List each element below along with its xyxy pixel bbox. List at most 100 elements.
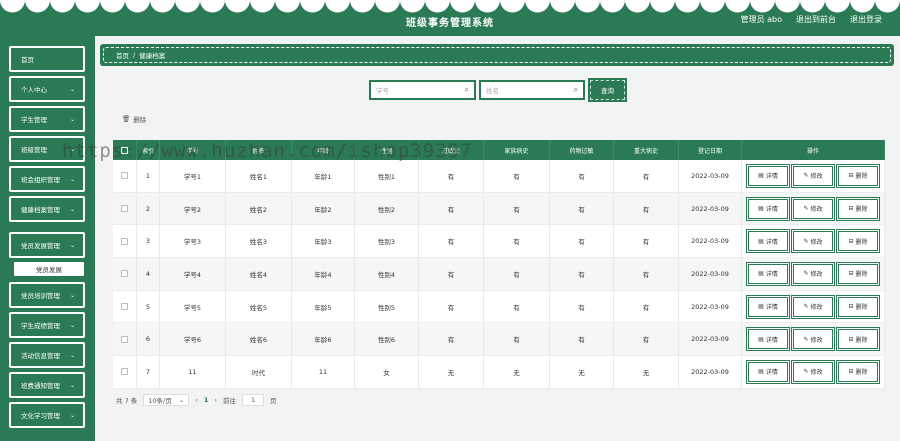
sidebar-item-8[interactable]: 学生成绩管理 ⌄	[9, 312, 85, 338]
table-cell: 有	[484, 323, 550, 356]
table-cell: 6	[137, 323, 160, 356]
next-page-button[interactable]: ›	[214, 396, 217, 404]
column-header: 年龄	[292, 140, 355, 160]
sidebar-item-label: 学生成绩管理	[21, 322, 60, 330]
table-row: 6 学号6 姓名6 年龄6 性别6 有有有有 2022-03-09 ▤ 详情 ✎ 修改 ⊟ 删除	[113, 323, 885, 357]
details-button[interactable]: ▤ 详情	[746, 327, 790, 352]
header-links: 管理员 abo 退出到前台 退出登录	[741, 14, 882, 25]
sidebar-item-3[interactable]: 班级管理 ⌄	[9, 136, 85, 162]
column-header: 学号	[160, 140, 226, 160]
sidebar-item-1[interactable]: 个人中心 ⌄	[9, 76, 85, 102]
table-cell: 2022-03-09	[679, 323, 742, 356]
row-checkbox[interactable]	[121, 303, 128, 311]
pencil-icon: ✎	[803, 368, 809, 376]
student-id-search-input[interactable]: 学号 ⌕	[369, 80, 476, 100]
details-button[interactable]: ▤ 详情	[746, 229, 790, 254]
sidebar-item-label: 个人中心	[21, 86, 47, 94]
sidebar-item-6[interactable]: 党员发展管理 ⌄	[9, 232, 85, 258]
back-to-frontend-link[interactable]: 退出到前台	[796, 14, 836, 25]
sidebar-subitem[interactable]: 党员发展	[14, 262, 84, 276]
table-row: 1 学号1 姓名1 年龄1 性别1 有有有有 2022-03-09 ▤ 详情 ✎ 修改 ⊟ 删除	[113, 160, 885, 193]
column-header: 登记日期	[679, 140, 742, 160]
sidebar-item-2[interactable]: 学生管理 ⌄	[9, 106, 85, 132]
delete-button[interactable]: ⊟ 删除	[836, 196, 880, 221]
row-checkbox[interactable]	[121, 205, 128, 213]
delete-button[interactable]: ⊟ 删除	[836, 294, 880, 319]
column-header[interactable]	[113, 140, 137, 160]
chevron-down-icon: ⌄	[178, 396, 185, 404]
page-size-select[interactable]: 10条/页 ⌄	[143, 394, 190, 406]
logout-link[interactable]: 退出登录	[850, 14, 882, 25]
document-icon: ▤	[758, 172, 764, 180]
table-cell: 姓名1	[226, 160, 292, 192]
delete-button[interactable]: ⊟ 删除	[836, 327, 880, 352]
column-header: 性别	[355, 140, 419, 160]
checkbox-cell	[113, 356, 137, 388]
trash-icon: 🗑	[122, 115, 131, 123]
table-cell: 2022-03-09	[679, 356, 742, 388]
edit-button[interactable]: ✎ 修改	[791, 196, 835, 221]
goto-page-input[interactable]: 1	[242, 394, 265, 406]
details-button[interactable]: ▤ 详情	[746, 261, 790, 286]
query-button[interactable]: 查询	[588, 78, 627, 102]
edit-button[interactable]: ✎ 修改	[791, 294, 835, 319]
table-cell: 姓名3	[226, 225, 292, 258]
sidebar-item-10[interactable]: 班费通知管理 ⌄	[9, 372, 85, 398]
row-checkbox[interactable]	[121, 172, 128, 180]
search-icon: ⌕	[464, 85, 469, 94]
details-button[interactable]: ▤ 详情	[746, 359, 790, 384]
table-cell: 性别2	[355, 192, 419, 225]
table-cell: 年龄5	[292, 290, 355, 323]
details-button[interactable]: ▤ 详情	[746, 294, 790, 319]
sidebar-item-4[interactable]: 班会组织管理 ⌄	[9, 166, 85, 192]
delete-button[interactable]: ⊟ 删除	[836, 163, 880, 188]
sidebar-item-5[interactable]: 健康档案管理 ⌄	[9, 196, 85, 222]
pencil-icon: ✎	[803, 237, 809, 245]
row-checkbox[interactable]	[121, 237, 128, 245]
table-cell: 2022-03-09	[679, 192, 742, 225]
sidebar-item-7[interactable]: 党员培训管理 ⌄	[9, 282, 85, 308]
trash-icon: ⊟	[848, 205, 854, 213]
breadcrumb-home[interactable]: 首页	[116, 50, 129, 60]
table-cell: 性别5	[355, 290, 419, 323]
edit-button[interactable]: ✎ 修改	[791, 163, 835, 188]
table-cell: 年龄2	[292, 192, 355, 225]
edit-button[interactable]: ✎ 修改	[791, 327, 835, 352]
prev-page-button[interactable]: ‹	[195, 396, 198, 404]
pencil-icon: ✎	[803, 205, 809, 213]
table-cell: 2	[137, 192, 160, 225]
page-number[interactable]: 1	[204, 396, 209, 404]
batch-delete-button[interactable]: 🗑 删除	[122, 114, 146, 124]
details-button[interactable]: ▤ 详情	[746, 196, 790, 221]
edit-button[interactable]: ✎ 修改	[791, 229, 835, 254]
table-cell: 有	[484, 290, 550, 323]
details-button[interactable]: ▤ 详情	[746, 163, 790, 188]
select-all-checkbox[interactable]	[121, 146, 128, 154]
sidebar-item-label: 健康档案管理	[21, 206, 60, 214]
edit-button[interactable]: ✎ 修改	[791, 359, 835, 384]
table-row: 2 学号2 姓名2 年龄2 性别2 有有有有 2022-03-09 ▤ 详情 ✎ 修改 ⊟ 删除	[113, 192, 885, 226]
table-cell: 性别1	[355, 160, 419, 192]
edit-button[interactable]: ✎ 修改	[791, 261, 835, 286]
table-cell: 性别4	[355, 258, 419, 290]
delete-button[interactable]: ⊟ 删除	[836, 261, 880, 286]
document-icon: ▤	[758, 368, 764, 376]
sidebar-item-9[interactable]: 活动信息管理 ⌄	[9, 342, 85, 368]
table-cell: 有	[419, 290, 484, 323]
table-cell: 11	[160, 356, 226, 388]
search-icon: ⌕	[573, 85, 578, 94]
sidebar-item-11[interactable]: 文化学习管理 ⌄	[9, 402, 85, 428]
table-cell: 2022-03-09	[679, 258, 742, 290]
table-cell: 2022-03-09	[679, 160, 742, 192]
delete-button[interactable]: ⊟ 删除	[836, 359, 880, 384]
health-record-table: 索引 学号 姓名 年龄 性别 过敏史 家族病史 药物过敏 重大病史 登记日期 操作 1 学号1 姓名1 年…	[113, 140, 885, 389]
row-checkbox[interactable]	[121, 368, 128, 376]
row-checkbox[interactable]	[121, 335, 128, 343]
name-search-input[interactable]: 姓名 ⌕	[479, 80, 585, 100]
row-checkbox[interactable]	[121, 270, 128, 278]
sidebar-item-0[interactable]: 首页	[9, 46, 85, 72]
delete-button[interactable]: ⊟ 删除	[836, 229, 880, 254]
admin-user-link[interactable]: 管理员 abo	[741, 14, 782, 25]
page-suffix: 页	[270, 397, 277, 405]
scallop-decoration	[0, 0, 900, 13]
